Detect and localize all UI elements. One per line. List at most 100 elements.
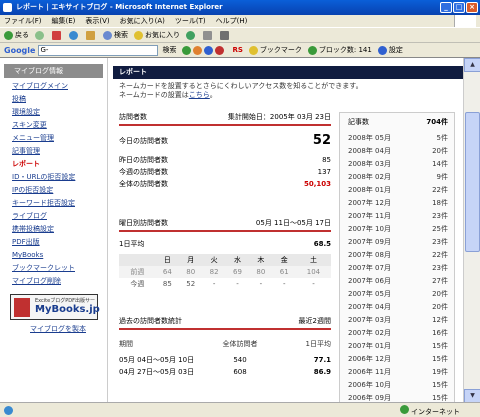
article-month-row[interactable]: 2006年 11月 19件 [348, 366, 448, 379]
minimize-button[interactable]: _ [440, 2, 452, 13]
sidebar-item-4[interactable]: メニュー管理 [0, 132, 107, 145]
article-month-row[interactable]: 2008年 03月 14件 [348, 158, 448, 171]
vertical-scrollbar[interactable]: ▲ ▼ [463, 58, 480, 403]
daily-avg-row: 1日平均 68.5 [119, 240, 331, 248]
weekday-header: 曜日別訪問者数 05月 11日～05月 17日 [119, 218, 331, 232]
sidebar-item-12[interactable]: PDF出版 [0, 236, 107, 249]
total-row: 全体の訪問者数 50,103 [119, 180, 331, 188]
home-button[interactable] [86, 30, 97, 40]
article-month-row[interactable]: 2007年 08月 22件 [348, 249, 448, 262]
today-row: 今日の訪問者数 52 [119, 133, 331, 148]
sidebar-item-8[interactable]: IPの拒否設定 [0, 184, 107, 197]
mail-button[interactable] [203, 30, 214, 40]
sidebar-item-9[interactable]: キーワード拒否設定 [0, 197, 107, 210]
refresh-button[interactable] [69, 30, 80, 40]
scroll-thumb[interactable] [465, 112, 480, 252]
sidebar-item-0[interactable]: マイブログメイン [0, 80, 107, 93]
google-search-input[interactable]: G- [38, 44, 159, 56]
article-month: 2007年 10月 [348, 225, 391, 233]
menu-item-4[interactable]: ツール(T) [175, 16, 206, 26]
menu-item-1[interactable]: 編集(E) [52, 16, 76, 26]
star-icon [134, 30, 143, 40]
article-month-row[interactable]: 2007年 03月 12件 [348, 314, 448, 327]
sidebar-header: マイブログ情報 [4, 64, 103, 78]
back-button[interactable]: 戻る [4, 30, 29, 40]
article-month: 2007年 04月 [348, 303, 391, 311]
favorites-label: お気に入り [145, 31, 180, 39]
article-month-row[interactable]: 2007年 10月 25件 [348, 223, 448, 236]
page-content: マイブログ情報 マイブログメイン 投稿 環境設定 スキン変更 メニュー管理 記事管理 レポー… [0, 57, 480, 403]
article-month-row[interactable]: 2007年 05月 20件 [348, 288, 448, 301]
sidebar-item-10[interactable]: ライブログ [0, 210, 107, 223]
menu-item-5[interactable]: ヘルプ(H) [216, 16, 248, 26]
yesterday-row: 昨日の訪問者数 85 [119, 156, 331, 164]
sidebar-item-6[interactable]: レポート [0, 158, 107, 171]
stop-button[interactable] [52, 30, 63, 40]
article-month-row[interactable]: 2007年 12月 18件 [348, 197, 448, 210]
rs-button[interactable]: RS [232, 46, 242, 54]
sidebar-item-14[interactable]: ブックマークレット [0, 262, 107, 275]
maximize-button[interactable]: □ [453, 2, 465, 13]
article-month-row[interactable]: 2006年 10月 15件 [348, 379, 448, 392]
sidebar-item-7[interactable]: ID・URLの拒否設定 [0, 171, 107, 184]
prev-week-cell-5: 61 [272, 266, 296, 278]
rs-label: RS [232, 46, 243, 54]
sidebar-item-2[interactable]: 環境設定 [0, 106, 107, 119]
article-month-row[interactable]: 2007年 11月 23件 [348, 210, 448, 223]
sidebar-item-5[interactable]: 記事管理 [0, 145, 107, 158]
popup-blocker-button[interactable]: ブロック数: 141 [307, 45, 372, 55]
article-month-row[interactable]: 2008年 04月 20件 [348, 145, 448, 158]
article-month-row[interactable]: 2007年 02月 16件 [348, 327, 448, 340]
weekday-range: 05月 11日～05月 17日 [255, 219, 331, 227]
article-month-row[interactable]: 2008年 05月 5件 [348, 132, 448, 145]
mybooks-banner[interactable]: ExciteブログPDF出版サービス MyBooks.jp [10, 294, 100, 320]
weekday-head-4: 木 [249, 254, 273, 266]
article-month-row[interactable]: 2008年 01月 22件 [348, 184, 448, 197]
favorites-button[interactable]: お気に入り [134, 30, 180, 40]
article-month-row[interactable]: 2007年 07月 23件 [348, 262, 448, 275]
past-stats-mode[interactable]: 最近2週間 [299, 316, 331, 326]
menu-item-3[interactable]: お気に入り(A) [120, 16, 165, 26]
settings-icon [377, 45, 387, 55]
search-button[interactable]: 検索 [103, 30, 128, 40]
article-month-row[interactable]: 2007年 04月 20件 [348, 301, 448, 314]
sidebar-item-11[interactable]: 携帯投稿設定 [0, 223, 107, 236]
menu-bar: ファイル(F) 編集(E) 表示(V) お気に入り(A) ツール(T) ヘルプ(H) [0, 15, 480, 27]
scroll-down-button[interactable]: ▼ [464, 389, 480, 403]
mybooks-link[interactable]: マイブログを製本 [0, 324, 107, 334]
scroll-up-button[interactable]: ▲ [464, 58, 480, 72]
forward-button[interactable] [35, 30, 46, 40]
sidebar-item-3[interactable]: スキン変更 [0, 119, 107, 132]
google-extra-icons[interactable] [182, 45, 226, 55]
bookmark-button[interactable]: ブックマーク [248, 45, 302, 55]
sidebar: マイブログ情報 マイブログメイン 投稿 環境設定 スキン変更 メニュー管理 記事管理 レポー… [0, 58, 108, 403]
stop-icon [52, 30, 61, 40]
visits-label: 訪問者数 [119, 113, 147, 121]
this-week-cell-5: - [282, 280, 286, 288]
history-button[interactable] [186, 30, 197, 40]
past-period: 04月 27日～05月 03日 [119, 368, 195, 376]
article-month-row[interactable]: 2007年 06月 27件 [348, 275, 448, 288]
article-count: 5件 [436, 134, 448, 142]
namecard-link[interactable]: こちら [189, 91, 210, 99]
print-icon [220, 30, 229, 40]
article-count: 20件 [432, 147, 448, 155]
settings-button[interactable]: 設定 [377, 45, 403, 55]
article-month-row[interactable]: 2007年 09月 23件 [348, 236, 448, 249]
sidebar-item-13[interactable]: MyBooks [0, 249, 107, 262]
menu-item-2[interactable]: 表示(V) [85, 16, 109, 26]
weekday-head-3: 水 [225, 254, 250, 266]
print-button[interactable] [220, 30, 231, 40]
article-month-row[interactable]: 2008年 02月 9件 [348, 171, 448, 184]
article-month-row[interactable]: 2006年 12月 15件 [348, 353, 448, 366]
article-count: 27件 [432, 277, 448, 285]
sidebar-item-1[interactable]: 投稿 [0, 93, 107, 106]
this-week-label: 今週 [130, 280, 145, 288]
google-search-button[interactable]: 検索 [162, 45, 176, 55]
sidebar-item-15[interactable]: マイブログ削除 [0, 275, 107, 288]
menu-item-0[interactable]: ファイル(F) [4, 16, 42, 26]
close-button[interactable]: × [466, 2, 478, 13]
article-month-row[interactable]: 2007年 01月 15件 [348, 340, 448, 353]
article-count: 22件 [432, 186, 448, 194]
bookmark-label: ブックマーク [259, 46, 302, 54]
